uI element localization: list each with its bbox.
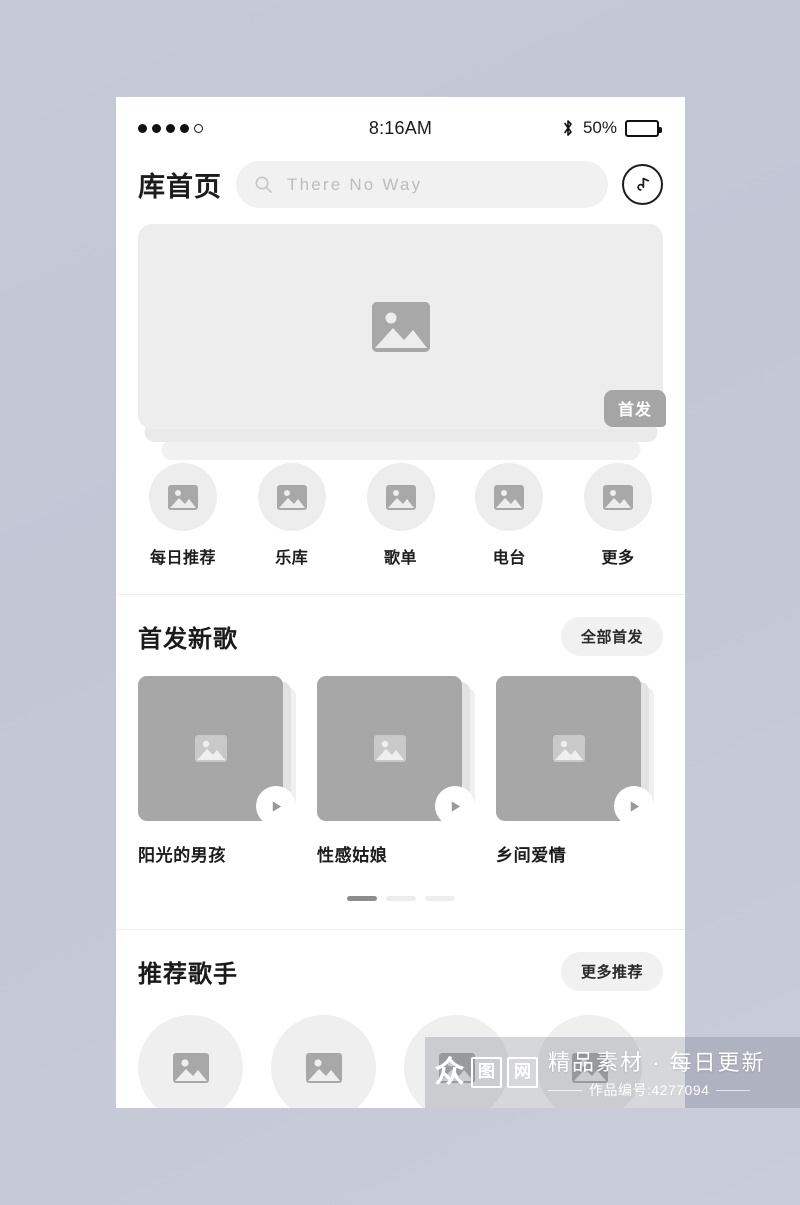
search-input-placeholder[interactable]: There No Way [287,175,422,195]
new-songs-header: 首发新歌 全部首发 [138,617,663,656]
watermark-rule-right [716,1089,751,1091]
category-icon-circle [257,463,326,531]
category-label: 歌单 [383,550,417,567]
play-icon [451,800,460,812]
song-card[interactable]: 性感姑娘 [317,676,475,866]
image-placeholder-icon [603,484,633,510]
watermark-tagline: 精品素材 · 每日更新 [548,1050,766,1075]
artist-avatar[interactable] [138,1015,243,1108]
more-recommendations-button[interactable]: 更多推荐 [560,952,663,991]
status-bar: 8:16AM 50% [116,97,685,159]
image-placeholder-icon [305,1052,342,1083]
song-title: 性感姑娘 [317,846,388,865]
image-placeholder-icon [494,484,525,510]
phone-screen: 8:16AM 50% 库首页 There No Way 首发 每日推荐 乐库 歌… [116,97,685,1108]
watermark-logo-char: 众 [434,1054,465,1090]
music-note-button[interactable] [622,164,663,205]
song-title: 乡间爱情 [496,846,567,865]
watermark-work-id: 作品编号:4277094 [589,1082,710,1098]
song-title: 阳光的男孩 [138,846,226,865]
song-artwork-stack [317,676,475,826]
category-label: 乐库 [275,550,309,567]
watermark-work-id-row: 作品编号:4277094 [548,1080,766,1100]
image-placeholder-icon [168,484,198,510]
image-placeholder-icon [371,301,430,352]
category-icon-circle [366,463,435,531]
all-premieres-button[interactable]: 全部首发 [560,617,663,656]
page-title: 库首页 [138,172,222,202]
carousel-pagination[interactable] [138,866,663,923]
category-item-daily[interactable]: 每日推荐 [142,463,224,568]
watermark-overlay: 众 图 网 精品素材 · 每日更新 作品编号:4277094 [425,1037,800,1108]
new-songs-list: 阳光的男孩 性感姑娘 乡间爱情 [138,676,663,866]
banner-stack-layer-back [161,440,640,460]
category-item-library[interactable]: 乐库 [251,463,333,568]
banner-card-front[interactable]: 首发 [138,224,666,429]
watermark-rule-left [548,1089,582,1091]
play-button[interactable] [256,786,296,826]
category-icon-circle [584,463,652,531]
image-placeholder-icon [172,1052,209,1083]
image-placeholder-icon [276,484,307,510]
banner-badge: 首发 [603,390,666,427]
song-card[interactable]: 乡间爱情 [496,676,654,866]
play-icon [630,800,639,812]
image-placeholder-icon [373,735,406,762]
category-shortcut-row: 每日推荐 乐库 歌单 电台 更多 [116,439,685,588]
song-artwork-stack [138,676,296,826]
category-item-more[interactable]: 更多 [577,463,659,568]
song-artwork-stack [496,676,654,826]
section-title: 推荐歌手 [138,961,238,988]
search-icon [255,176,272,193]
image-placeholder-icon [385,484,416,510]
new-songs-section: 首发新歌 全部首发 阳光的男孩 性感姑娘 乡间爱情 [116,595,685,923]
category-item-radio[interactable]: 电台 [468,463,550,568]
app-header: 库首页 There No Way [116,159,685,224]
status-bar-clock: 8:16AM [368,117,433,138]
category-label: 更多 [601,550,635,567]
pagination-dash-active[interactable] [346,896,377,901]
song-card[interactable]: 阳光的男孩 [138,676,296,866]
watermark-logo-char: 网 [507,1057,538,1088]
watermark-logo: 众 图 网 [433,1057,538,1088]
category-label: 电台 [492,550,526,567]
section-title: 首发新歌 [138,626,238,653]
artist-avatar[interactable] [271,1015,376,1108]
category-item-playlist[interactable]: 歌单 [360,463,442,568]
pagination-dash[interactable] [385,896,416,901]
play-button[interactable] [614,786,654,826]
play-icon [272,800,281,812]
battery-icon [625,119,662,137]
image-placeholder-icon [194,735,227,762]
recommended-artists-header: 推荐歌手 更多推荐 [138,952,663,991]
category-label: 每日推荐 [149,550,216,567]
watermark-text-group: 精品素材 · 每日更新 作品编号:4277094 [548,1045,766,1100]
category-icon-circle [475,463,544,531]
play-button[interactable] [435,786,475,826]
category-icon-circle [149,463,217,531]
search-bar[interactable]: There No Way [236,161,608,208]
banner-carousel[interactable]: 首发 [116,224,685,460]
pagination-dash[interactable] [424,896,455,901]
music-note-icon [637,177,650,191]
watermark-logo-char: 图 [471,1057,502,1088]
image-placeholder-icon [552,735,585,762]
